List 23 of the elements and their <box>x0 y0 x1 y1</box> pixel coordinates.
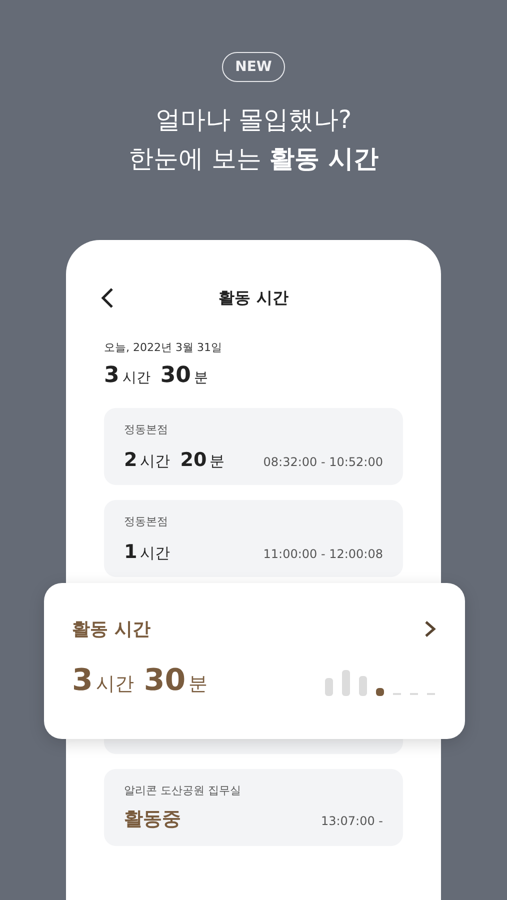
time-range: 11:00:00 - 12:00:08 <box>263 547 383 561</box>
new-badge: NEW <box>222 52 285 82</box>
place-name: 알리콘 도산공원 집무실 <box>124 783 242 798</box>
summary-title: 활동 시간 <box>72 618 150 641</box>
chevron-right-icon[interactable] <box>423 619 437 639</box>
back-icon[interactable] <box>100 287 116 309</box>
status-text: 활동중 <box>124 807 181 832</box>
summary-total: 3 시간 30 분 <box>72 663 208 698</box>
total-time: 3 시간 30 분 <box>104 363 209 388</box>
time-range: 13:07:00 - <box>320 814 383 828</box>
summary-card[interactable]: 활동 시간 3 시간 30 분 <box>44 583 465 739</box>
screen-title: 활동 시간 <box>218 288 288 308</box>
duration-text: 1 시간 <box>124 541 170 563</box>
place-name: 정동본점 <box>124 514 169 529</box>
date-text: 오늘, 2022년 3월 31일 <box>104 340 223 355</box>
session-card[interactable]: 정동본점 1 시간 11:00:00 - 12:00:08 <box>104 500 403 577</box>
place-name: 정동본점 <box>124 422 169 437</box>
session-card[interactable]: 알리콘 도산공원 집무실 활동중 13:07:00 - <box>104 769 403 846</box>
time-range: 08:32:00 - 10:52:00 <box>263 455 383 469</box>
headline-text: 한눈에 보는 활동 시간 <box>128 143 378 175</box>
session-card[interactable]: 정동본점 2 시간 20 분 08:32:00 - 10:52:00 <box>104 408 403 485</box>
duration-text: 2 시간 20 분 <box>124 449 225 471</box>
headline-text: 얼마나 몰입했나? <box>154 104 353 136</box>
